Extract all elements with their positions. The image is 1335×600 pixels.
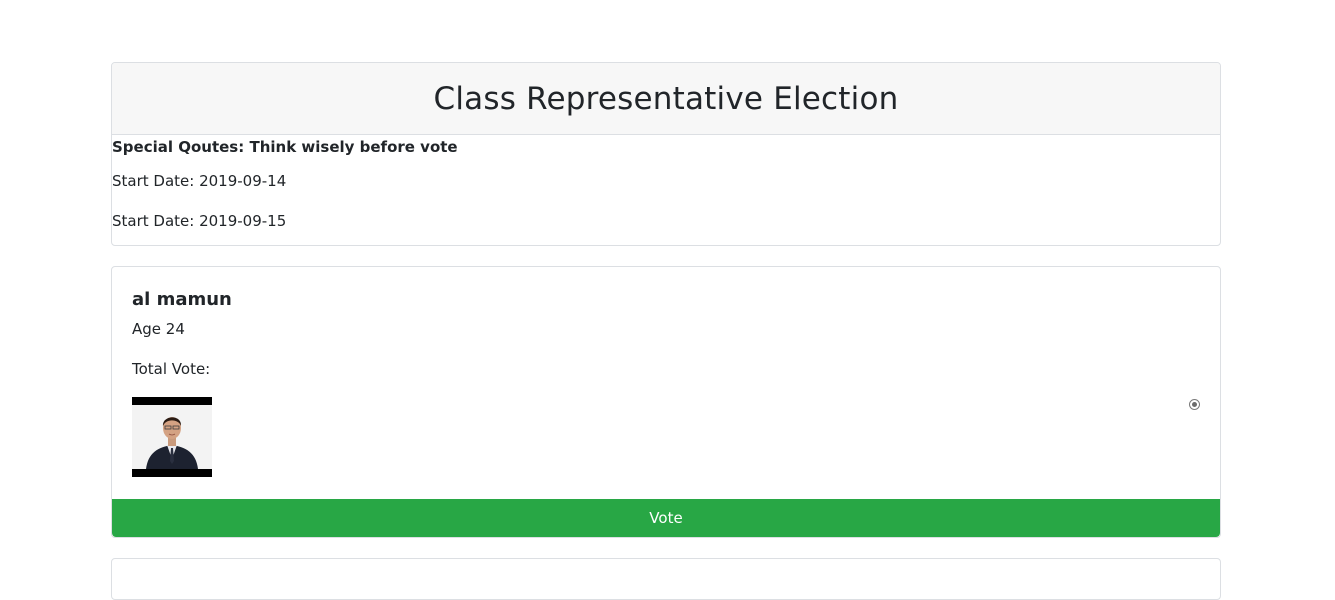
special-quote: Special Qoutes: Think wisely before vote	[112, 138, 458, 156]
page-title: Class Representative Election	[433, 80, 899, 117]
end-date: Start Date: 2019-09-15	[112, 212, 287, 230]
radio-selected-dot	[1192, 402, 1197, 407]
candidate-total-vote: Total Vote:	[132, 360, 211, 378]
candidate-photo	[132, 397, 212, 477]
candidate-select-radio[interactable]	[1189, 399, 1200, 410]
next-candidate-card	[111, 558, 1221, 600]
candidate-body: al mamun Age 24 Total Vote:	[112, 267, 1220, 477]
candidate-name: al mamun	[132, 289, 232, 310]
election-header: Class Representative Election	[112, 63, 1220, 135]
candidate-card: al mamun Age 24 Total Vote: Vote	[111, 266, 1221, 538]
main-container: Class Representative Election Special Qo…	[111, 62, 1221, 600]
vote-button[interactable]: Vote	[112, 499, 1220, 537]
candidate-age: Age 24	[132, 320, 185, 338]
start-date: Start Date: 2019-09-14	[112, 172, 287, 190]
election-info-card: Class Representative Election Special Qo…	[111, 62, 1221, 246]
